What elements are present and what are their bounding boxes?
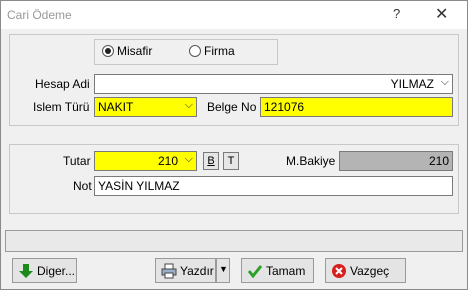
yazdir-dropdown-button[interactable]: ▼ bbox=[216, 258, 230, 283]
not-label: Not bbox=[73, 179, 92, 193]
tamam-button[interactable]: Tamam bbox=[241, 258, 314, 283]
islem-turu-label: Islem Türü bbox=[33, 100, 90, 114]
firma-radio[interactable] bbox=[189, 45, 201, 57]
yazdir-label: Yazdır bbox=[180, 264, 214, 278]
bakiye-label: M.Bakiye bbox=[286, 154, 336, 168]
bakiye-field: 210 bbox=[339, 151, 453, 171]
status-bar bbox=[5, 230, 463, 252]
hesap-adi-label: Hesap Adi bbox=[35, 77, 90, 91]
tamam-label: Tamam bbox=[266, 264, 306, 278]
vazgec-button[interactable]: Vazgeç bbox=[325, 258, 406, 283]
arrow-down-icon bbox=[19, 264, 33, 278]
party-type-radio-group: Misafir Firma bbox=[94, 39, 278, 65]
diger-button[interactable]: Diger... bbox=[12, 258, 77, 283]
chevron-down-icon: ⌵ bbox=[184, 153, 193, 165]
hesap-adi-select[interactable]: YILMAZ ⌵ bbox=[94, 74, 453, 94]
chevron-down-icon: ⌵ bbox=[184, 99, 193, 111]
tutar-label: Tutar bbox=[63, 154, 91, 168]
cancel-icon bbox=[332, 264, 346, 278]
yazdir-button[interactable]: Yazdır bbox=[155, 258, 216, 283]
belge-no-label: Belge No bbox=[207, 100, 257, 114]
vazgec-label: Vazgeç bbox=[350, 264, 390, 278]
t-button[interactable]: T bbox=[223, 152, 239, 170]
hesap-adi-value: YILMAZ bbox=[390, 77, 434, 91]
bold-button[interactable]: B bbox=[203, 152, 219, 170]
cari-odeme-window: Cari Ödeme ? ✕ Misafir Firma Hesap Adi Y… bbox=[0, 0, 468, 290]
help-icon[interactable]: ? bbox=[393, 6, 400, 21]
misafir-label[interactable]: Misafir bbox=[117, 44, 152, 58]
chevron-down-icon: ▼ bbox=[219, 264, 228, 274]
firma-label[interactable]: Firma bbox=[204, 44, 235, 58]
islem-turu-select[interactable]: NAKIT ⌵ bbox=[94, 97, 197, 117]
islem-turu-value: NAKIT bbox=[98, 100, 134, 114]
print-icon bbox=[161, 263, 177, 279]
tutar-input[interactable]: 210 ⌵ bbox=[94, 151, 197, 171]
window-title: Cari Ödeme bbox=[7, 8, 72, 22]
title-bar: Cari Ödeme ? ✕ bbox=[1, 1, 467, 29]
close-icon[interactable]: ✕ bbox=[435, 4, 448, 24]
chevron-down-icon: ⌵ bbox=[440, 76, 449, 88]
not-input[interactable]: YASİN YILMAZ bbox=[94, 176, 453, 196]
tutar-value: 210 bbox=[157, 154, 178, 168]
misafir-radio[interactable] bbox=[102, 45, 114, 57]
belge-no-input[interactable]: 121076 bbox=[260, 97, 453, 117]
diger-label: Diger... bbox=[37, 264, 76, 278]
checkmark-icon bbox=[247, 265, 263, 279]
